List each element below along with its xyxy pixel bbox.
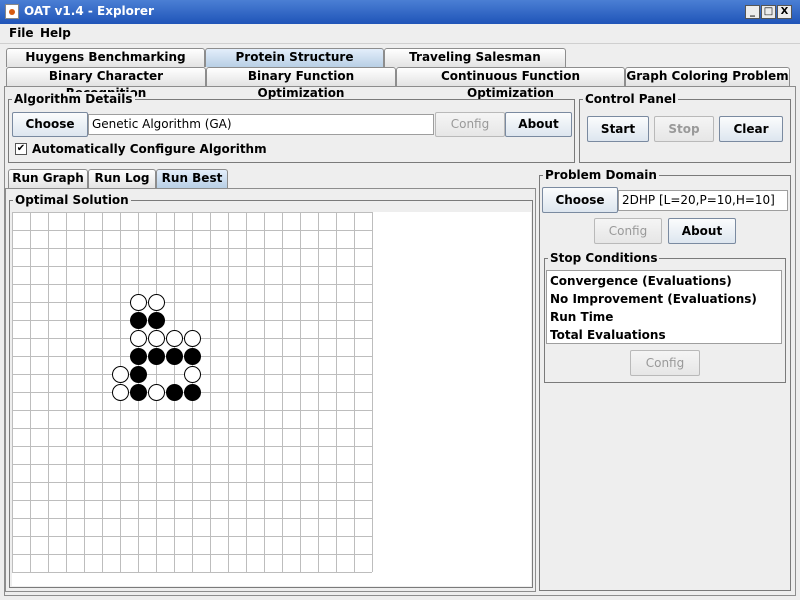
algorithm-about-button[interactable]: About — [505, 112, 572, 137]
list-item[interactable]: Run Time — [547, 308, 781, 326]
algorithm-choose-button[interactable]: Choose — [12, 112, 88, 137]
tab-traveling-salesman-problem[interactable]: Traveling Salesman Problem — [384, 48, 566, 81]
polar-residue — [112, 384, 129, 401]
auto-config-label: Automatically Configure Algorithm — [32, 142, 267, 156]
menu-file[interactable]: File — [9, 26, 34, 40]
tab-protein-structure-prediction[interactable]: Protein Structure Prediction — [205, 48, 384, 81]
maximize-icon[interactable]: □ — [761, 5, 776, 19]
menu-help[interactable]: Help — [40, 26, 71, 40]
hydrophobic-residue — [166, 384, 183, 401]
polar-residue — [130, 330, 147, 347]
domain-about-button[interactable]: About — [668, 218, 736, 244]
hydrophobic-residue — [184, 348, 201, 365]
stop-conditions-config-button[interactable]: Config — [630, 350, 700, 376]
minimize-icon[interactable]: _ — [745, 5, 760, 19]
algorithm-name-field[interactable]: Genetic Algorithm (GA) — [88, 114, 434, 135]
domain-name-field[interactable]: 2DHP [L=20,P=10,H=10] — [618, 190, 788, 211]
polar-residue — [112, 366, 129, 383]
java-app-icon — [5, 4, 19, 19]
stop-conditions-list: Convergence (Evaluations) No Improvement… — [546, 270, 782, 344]
optimal-solution-title: Optimal Solution — [13, 193, 131, 207]
tab-huygens-benchmarking-server[interactable]: Huygens Benchmarking Server — [6, 48, 205, 81]
window-title: OAT v1.4 - Explorer — [24, 4, 154, 18]
tab-run-best[interactable]: Run Best — [156, 169, 228, 188]
algorithm-config-button[interactable]: Config — [435, 112, 505, 137]
domain-config-button[interactable]: Config — [594, 218, 662, 244]
hydrophobic-residue — [184, 384, 201, 401]
domain-choose-button[interactable]: Choose — [542, 187, 618, 213]
clear-button[interactable]: Clear — [719, 116, 783, 142]
polar-residue — [166, 330, 183, 347]
title-bar: OAT v1.4 - Explorer _ □ X — [0, 0, 800, 24]
tab-binary-function-optimization[interactable]: Binary Function Optimization — [206, 67, 396, 100]
menu-bar: File Help — [0, 24, 800, 44]
list-item[interactable]: Convergence (Evaluations) — [547, 272, 781, 290]
auto-config-checkbox[interactable]: ✔ — [15, 143, 27, 155]
problem-domain-group: Problem Domain — [539, 168, 791, 591]
algorithm-details-title: Algorithm Details — [12, 92, 135, 106]
stop-conditions-title: Stop Conditions — [548, 251, 660, 265]
hydrophobic-residue — [166, 348, 183, 365]
start-button[interactable]: Start — [587, 116, 649, 142]
polar-residue — [148, 294, 165, 311]
protein-grid — [12, 212, 373, 573]
hydrophobic-residue — [130, 348, 147, 365]
polar-residue — [148, 384, 165, 401]
tab-continuous-function-optimization[interactable]: Continuous Function Optimization — [396, 67, 625, 100]
polar-residue — [184, 366, 201, 383]
close-icon[interactable]: X — [777, 5, 792, 19]
list-item[interactable]: Total Evaluations — [547, 326, 781, 344]
problem-domain-title: Problem Domain — [543, 168, 659, 182]
tab-graph-coloring-problem[interactable]: Graph Coloring Problem — [625, 67, 790, 86]
polar-residue — [130, 294, 147, 311]
hydrophobic-residue — [148, 348, 165, 365]
polar-residue — [148, 330, 165, 347]
stop-button[interactable]: Stop — [654, 116, 714, 142]
control-panel-title: Control Panel — [583, 92, 679, 106]
polar-residue — [184, 330, 201, 347]
hydrophobic-residue — [130, 384, 147, 401]
protein-grid-canvas — [12, 212, 531, 586]
hydrophobic-residue — [130, 366, 147, 383]
tab-binary-character-recognition[interactable]: Binary Character Recognition — [6, 67, 206, 100]
tab-run-graph[interactable]: Run Graph — [8, 169, 88, 188]
tab-run-log[interactable]: Run Log — [88, 169, 156, 188]
list-item[interactable]: No Improvement (Evaluations) — [547, 290, 781, 308]
hydrophobic-residue — [148, 312, 165, 329]
hydrophobic-residue — [130, 312, 147, 329]
